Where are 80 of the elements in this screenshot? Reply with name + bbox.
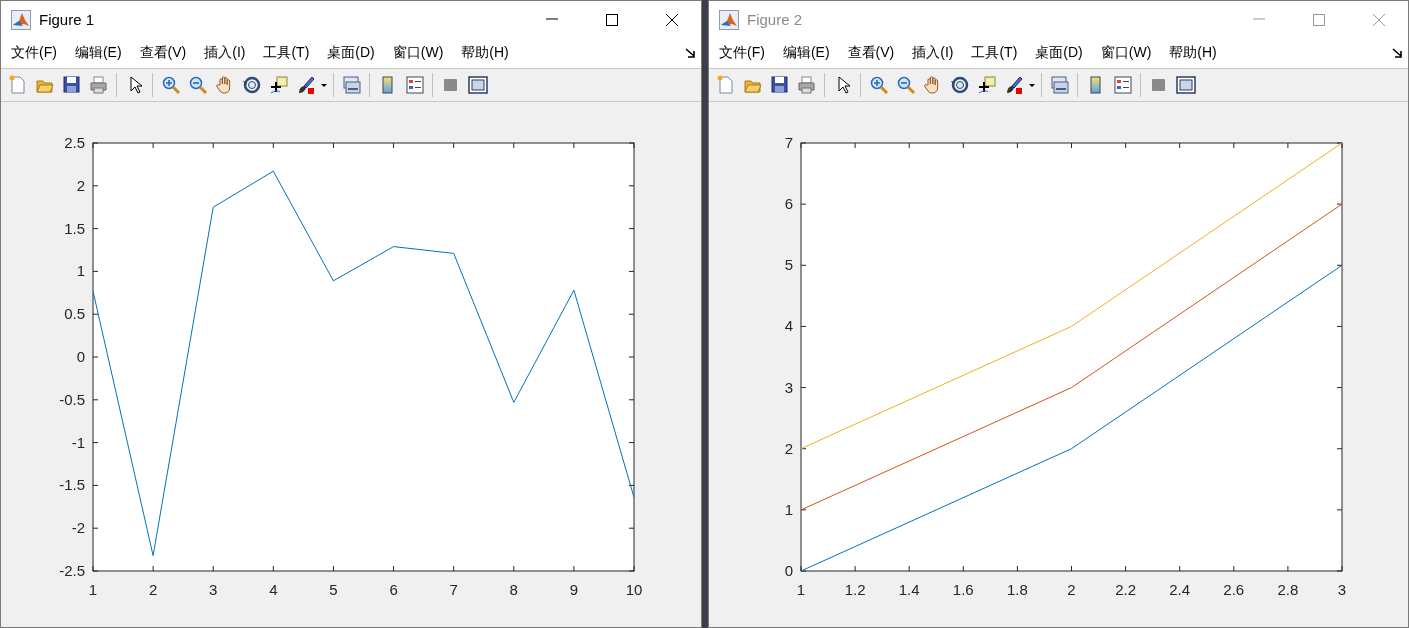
- x-tick-label: 2.6: [1223, 581, 1245, 598]
- x-tick-label: 2: [1067, 581, 1076, 598]
- caret-icon: [1029, 83, 1035, 87]
- x-tick-label: 1: [88, 581, 98, 598]
- menu-item[interactable]: 编辑(E): [72, 44, 124, 62]
- save-icon: [61, 75, 82, 95]
- y-tick-label: 0.5: [64, 305, 85, 323]
- zoom-in-icon: [160, 75, 181, 95]
- print-icon: [88, 75, 109, 95]
- y-tick-label: 1.5: [64, 219, 85, 237]
- new-file-icon: [7, 75, 28, 95]
- menu-item[interactable]: 窗口(W): [390, 44, 446, 62]
- menu-item[interactable]: 桌面(D): [325, 44, 377, 62]
- x-tick-label: 5: [329, 581, 338, 598]
- x-tick-label: 2.8: [1277, 581, 1299, 598]
- x-tick-label: 2.4: [1169, 581, 1191, 598]
- y-tick-label: -2.5: [59, 562, 85, 579]
- new-file-icon: [715, 75, 736, 95]
- legend-icon: [404, 75, 425, 95]
- y-tick-label: 6: [784, 195, 793, 213]
- menu-item[interactable]: 文件(F): [9, 44, 59, 62]
- y-tick-label: -0.5: [59, 390, 85, 408]
- x-tick-label: 1.8: [1006, 581, 1028, 598]
- menu-item[interactable]: 工具(T): [261, 44, 312, 62]
- caret-icon: [321, 83, 327, 87]
- save-icon: [769, 75, 790, 95]
- y-tick-label: 7: [784, 134, 793, 151]
- app-logo-icon: [719, 9, 739, 30]
- x-tick-label: 1.2: [844, 581, 866, 598]
- x-tick-label: 3: [1337, 581, 1347, 598]
- y-tick-label: -1.5: [59, 476, 85, 494]
- y-tick-label: 1: [784, 500, 793, 518]
- x-tick-label: 8: [509, 581, 518, 598]
- zoom-out-icon: [895, 75, 916, 95]
- app-logo-icon: [11, 9, 31, 30]
- x-tick-label: 2.2: [1115, 581, 1137, 598]
- link-plot-icon: [341, 75, 362, 95]
- legend-icon: [1112, 75, 1133, 95]
- x-tick-label: 6: [389, 581, 398, 598]
- y-tick-label: -2: [71, 519, 85, 537]
- rotate-icon: [241, 75, 262, 95]
- y-tick-label: 1: [76, 262, 85, 280]
- window-frame-icon: [1175, 75, 1196, 95]
- menu-item[interactable]: 插入(I): [202, 44, 248, 62]
- x-tick-label: 7: [449, 581, 458, 598]
- window-title: Figure 1: [39, 11, 96, 28]
- zoom-out-icon: [187, 75, 208, 95]
- window-frame-icon: [467, 75, 488, 95]
- rotate-icon: [949, 75, 970, 95]
- close-icon: [1373, 13, 1385, 26]
- y-tick-label: -1: [71, 433, 85, 451]
- dock-arrow-icon: [685, 48, 695, 58]
- y-tick-label: 2: [76, 176, 85, 194]
- x-tick-label: 4: [269, 581, 278, 598]
- x-tick-label: 9: [569, 581, 579, 598]
- zoom-in-icon: [868, 75, 889, 95]
- data-cursor-icon: [268, 75, 289, 95]
- menu-item[interactable]: 查看(V): [137, 44, 189, 62]
- dock-arrow-icon: [1392, 48, 1402, 58]
- close-icon: [666, 13, 678, 26]
- y-tick-label: 5: [784, 256, 793, 274]
- x-tick-label: 1.4: [898, 581, 920, 598]
- print-icon: [796, 75, 817, 95]
- y-tick-label: 0: [784, 562, 793, 579]
- menu-item[interactable]: 帮助(H): [459, 44, 511, 62]
- link-plot-icon: [1049, 75, 1070, 95]
- window-title: Figure 2: [747, 11, 804, 28]
- y-tick-label: 3: [784, 378, 793, 396]
- maximize-icon: [1313, 13, 1325, 26]
- maximize-icon: [606, 13, 618, 26]
- x-tick-label: 2: [148, 581, 158, 598]
- y-tick-label: 2.5: [64, 134, 85, 151]
- y-tick-label: 2: [784, 439, 793, 457]
- y-tick-label: 4: [784, 317, 793, 335]
- y-tick-label: 0: [76, 348, 85, 365]
- data-cursor-icon: [976, 75, 997, 95]
- x-tick-label: 1.6: [952, 581, 974, 598]
- x-tick-label: 3: [209, 581, 218, 598]
- x-tick-label: 10: [625, 581, 643, 598]
- x-tick-label: 1: [796, 581, 806, 598]
